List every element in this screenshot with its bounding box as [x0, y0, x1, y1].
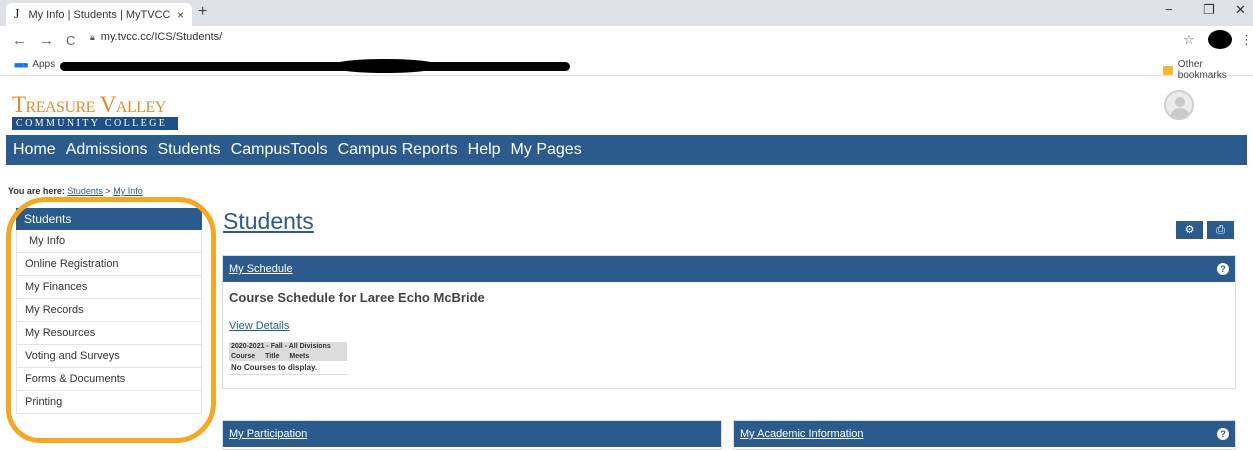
- apps-grid-icon: ■■■: [14, 59, 28, 70]
- nav-my-pages[interactable]: My Pages: [511, 141, 582, 159]
- user-avatar-icon[interactable]: [1164, 90, 1194, 120]
- browser-tab-active[interactable]: J My Info | Students | MyTVCC ×: [6, 3, 192, 26]
- column-headers: Course Title Meets: [229, 352, 347, 361]
- logo-line2: COMMUNITY COLLEGE: [12, 117, 178, 130]
- main-navigation: Home Admissions Students CampusTools Cam…: [6, 135, 1247, 165]
- empty-message: No Courses to display.: [229, 361, 347, 375]
- portlet-header: My Schedule ?: [223, 256, 1235, 282]
- help-icon[interactable]: ?: [1217, 263, 1229, 275]
- lock-icon: 🔒︎: [90, 31, 95, 42]
- back-icon[interactable]: ←: [12, 32, 27, 49]
- tab-close-icon[interactable]: ×: [177, 8, 184, 22]
- breadcrumb: You are here: Students > My Info: [8, 186, 143, 196]
- avatar-body: [1170, 108, 1190, 118]
- breadcrumb-students[interactable]: Students: [67, 186, 103, 196]
- nav-campus-reports[interactable]: Campus Reports: [338, 141, 458, 159]
- logo-line1: Treasure Valley: [12, 92, 166, 117]
- sidebar: Students My Info Online Registration My …: [16, 208, 202, 414]
- other-bookmarks-label: Other bookmarks: [1177, 59, 1227, 81]
- page-tools: ⚙ ⎙: [1176, 221, 1238, 239]
- sidebar-title[interactable]: Students: [16, 208, 202, 230]
- forward-icon[interactable]: →: [39, 32, 54, 49]
- schedule-heading: Course Schedule for Laree Echo McBride: [229, 290, 485, 305]
- folder-icon: [1163, 65, 1173, 75]
- term-header: 2020-2021 - Fall - All Divisions: [229, 342, 347, 352]
- sidebar-item-printing[interactable]: Printing: [16, 391, 202, 414]
- sidebar-item-my-finances[interactable]: My Finances: [16, 276, 202, 299]
- nav-students[interactable]: Students: [158, 141, 221, 159]
- restore-icon[interactable]: ❐: [1203, 2, 1215, 18]
- breadcrumb-separator: >: [105, 186, 111, 196]
- nav-campustools[interactable]: CampusTools: [231, 141, 328, 159]
- col-title: Title: [265, 353, 280, 360]
- breadcrumb-label: You are here:: [8, 186, 65, 196]
- my-academic-information-portlet: My Academic Information ?: [733, 420, 1236, 450]
- nav-home[interactable]: Home: [13, 141, 56, 159]
- apps-label: Apps: [32, 59, 56, 70]
- view-details-link[interactable]: View Details: [229, 320, 289, 332]
- col-course: Course: [231, 353, 256, 360]
- url-text: my.tvcc.cc/ICS/Students/: [100, 31, 223, 43]
- settings-gear-icon[interactable]: ⚙: [1176, 221, 1203, 239]
- browser-tab-bar: J My Info | Students | MyTVCC × + − ❐ ✕: [0, 0, 1253, 26]
- portlet-header: My Academic Information ?: [734, 421, 1235, 447]
- my-academic-information-link[interactable]: My Academic Information: [740, 428, 864, 440]
- my-participation-link[interactable]: My Participation: [229, 428, 307, 440]
- help-icon[interactable]: ?: [1217, 428, 1229, 440]
- schedule-table: 2020-2021 - Fall - All Divisions Course …: [229, 342, 347, 375]
- reload-icon[interactable]: C: [66, 33, 75, 48]
- profile-avatar[interactable]: [1208, 30, 1232, 49]
- my-schedule-portlet: My Schedule ? Course Schedule for Laree …: [222, 255, 1236, 389]
- page-title[interactable]: Students: [223, 208, 314, 235]
- sidebar-item-my-resources[interactable]: My Resources: [16, 322, 202, 345]
- avatar-head: [1175, 97, 1185, 107]
- col-meets: Meets: [289, 353, 310, 360]
- nav-admissions[interactable]: Admissions: [66, 141, 148, 159]
- sidebar-item-my-records[interactable]: My Records: [16, 299, 202, 322]
- redacted-bookmarks: [60, 62, 570, 71]
- my-schedule-link[interactable]: My Schedule: [229, 263, 293, 275]
- other-bookmarks[interactable]: Other bookmarks: [1163, 59, 1253, 81]
- tab-title: My Info | Students | MyTVCC: [28, 8, 171, 21]
- new-tab-button[interactable]: +: [198, 3, 207, 21]
- bookmarks-bar: ■■■ Apps Other bookmarks: [0, 54, 1253, 81]
- sidebar-item-forms-documents[interactable]: Forms & Documents: [16, 368, 202, 391]
- my-participation-portlet: My Participation: [222, 420, 722, 450]
- site-favicon-icon: J: [14, 6, 20, 22]
- browser-menu-icon[interactable]: ⋮: [1240, 32, 1253, 48]
- close-window-icon[interactable]: ✕: [1235, 2, 1246, 18]
- url-field[interactable]: 🔒︎ my.tvcc.cc/ICS/Students/: [90, 31, 222, 43]
- college-logo[interactable]: Treasure Valley COMMUNITY COLLEGE: [12, 93, 178, 130]
- sidebar-item-voting-and-surveys[interactable]: Voting and Surveys: [16, 345, 202, 368]
- portlet-header: My Participation: [223, 421, 721, 447]
- address-bar-row: ← → C 🔒︎ my.tvcc.cc/ICS/Students/ ☆ ⋮: [0, 26, 1253, 54]
- sidebar-item-online-registration[interactable]: Online Registration: [16, 253, 202, 276]
- minimize-icon[interactable]: −: [1165, 2, 1173, 17]
- breadcrumb-my-info[interactable]: My Info: [113, 186, 143, 196]
- apps-shortcut[interactable]: ■■■ Apps: [14, 59, 55, 70]
- redacted-bookmarks-blob: [330, 59, 440, 73]
- sidebar-item-my-info[interactable]: My Info: [16, 230, 202, 253]
- bookmark-star-icon[interactable]: ☆: [1183, 32, 1195, 48]
- nav-help[interactable]: Help: [468, 141, 501, 159]
- print-icon[interactable]: ⎙: [1207, 221, 1234, 239]
